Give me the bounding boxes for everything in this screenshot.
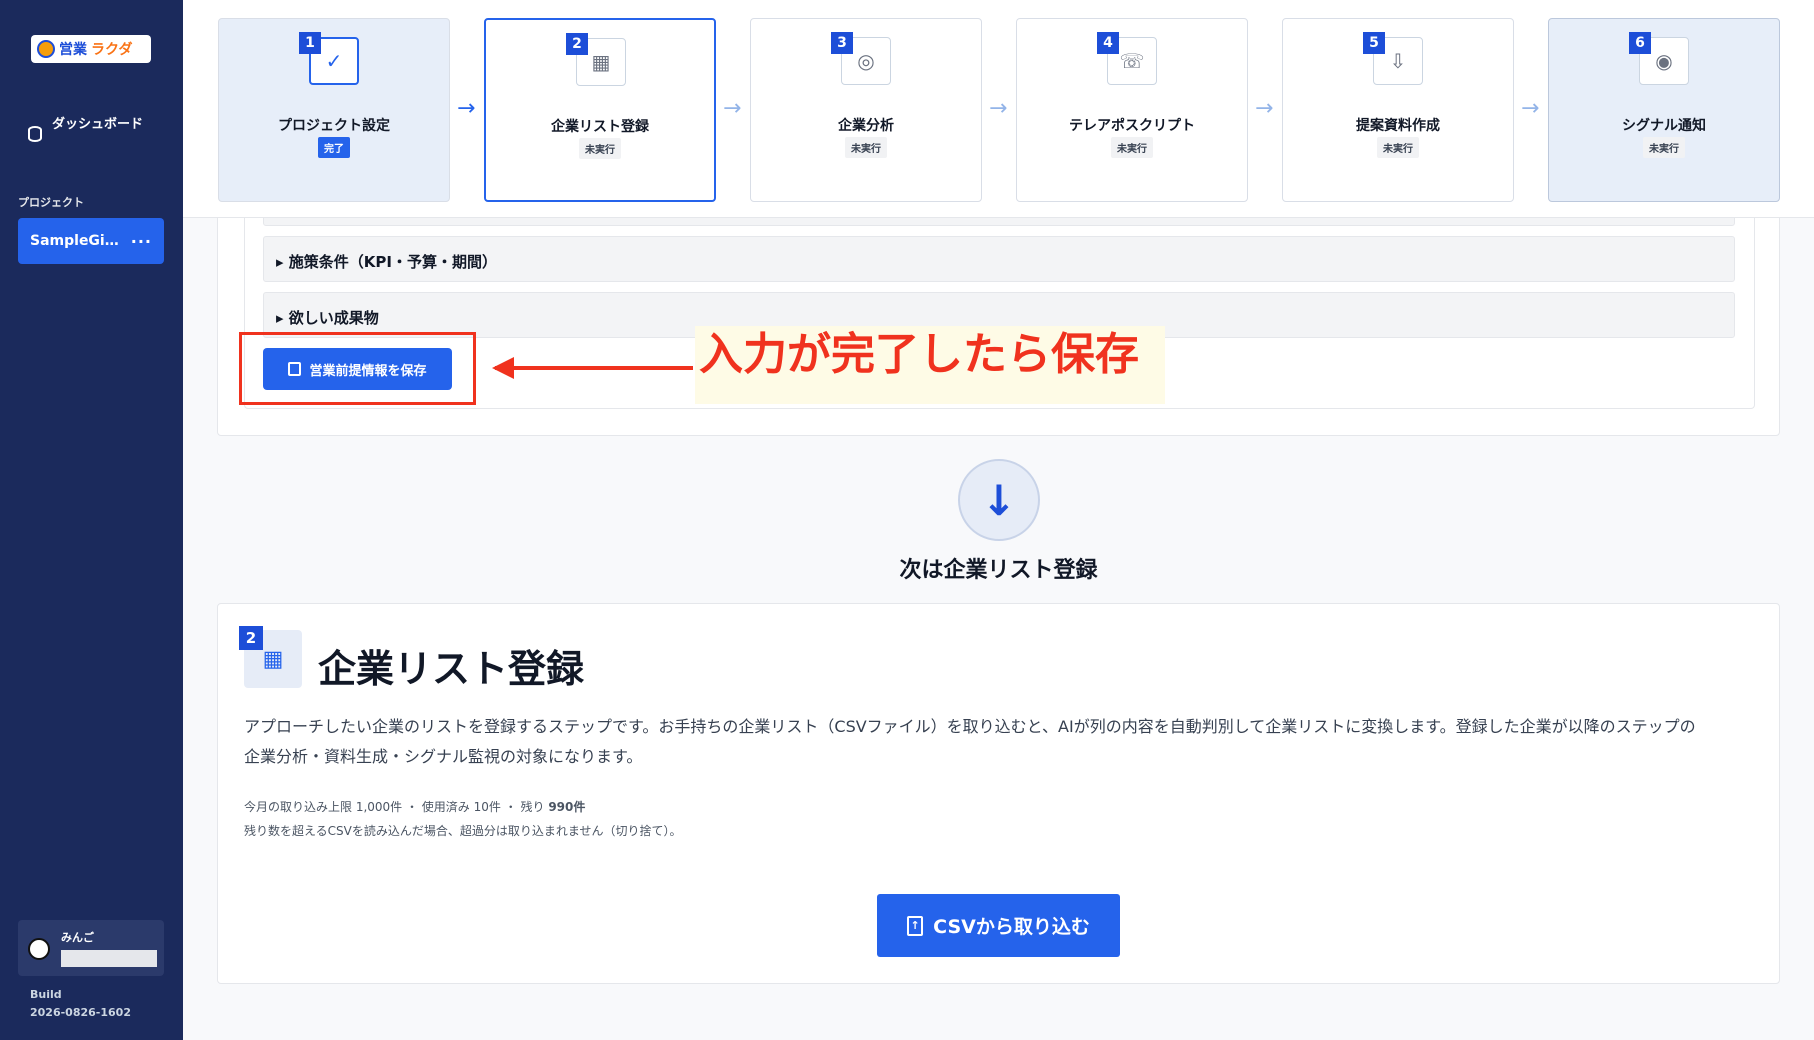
import-limit-info: 今月の取り込み上限 1,000件 ・ 使用済み 10件 ・ 残り 990件 残り… — [244, 795, 682, 843]
step-number: 4 — [1097, 32, 1119, 54]
arrow-right-icon: → — [457, 96, 476, 121]
project-item-active[interactable]: SampleGi… ··· — [18, 218, 164, 264]
nav-dashboard[interactable]: ダッシュボード — [28, 114, 158, 142]
sidebar: 営業 ラクダ ダッシュボード プロジェクト SampleGi… ··· みんご B… — [0, 0, 183, 1040]
step-number: 2 — [566, 33, 588, 55]
accordion-kpi-conditions[interactable]: ▸ 施策条件（KPI・予算・期間） — [263, 236, 1735, 282]
csv-import-button[interactable]: ↑ CSVから取り込む — [877, 894, 1120, 957]
step-6-card[interactable]: ◉ 6 シグナル通知 未実行 — [1548, 18, 1780, 202]
projects-heading: プロジェクト — [18, 196, 84, 209]
user-email-redacted — [61, 950, 157, 967]
user-name: みんご — [61, 931, 94, 944]
step-status-badge: 未実行 — [1643, 137, 1685, 158]
step-status-badge: 未実行 — [1377, 137, 1419, 158]
step-number: 1 — [299, 32, 321, 54]
import-remaining-count: 990件 — [548, 800, 586, 814]
nav-dashboard-label: ダッシュボード — [52, 117, 144, 132]
csv-import-label: CSVから取り込む — [933, 916, 1090, 938]
annotation-text: 入力が完了したら保存 — [695, 326, 1165, 404]
project-menu-button[interactable]: ··· — [131, 232, 152, 251]
step-number: 3 — [831, 32, 853, 54]
step-name: 企業分析 — [838, 118, 894, 134]
annotation-highlight-box — [239, 332, 476, 405]
logo-text-part1: 営業 — [59, 42, 87, 58]
step-name: テレアポスクリプト — [1069, 118, 1195, 134]
next-step-label: 次は企業リスト登録 — [899, 558, 1098, 583]
arrow-down-icon: ↓ — [958, 459, 1040, 541]
build-label: Build — [30, 988, 62, 1001]
step-name: シグナル通知 — [1622, 118, 1706, 134]
step-status-badge: 未実行 — [579, 138, 621, 159]
arrow-right-icon: → — [723, 96, 742, 121]
file-upload-icon: ↑ — [907, 915, 924, 936]
avatar — [28, 938, 50, 960]
logo-mascot-icon — [37, 40, 55, 58]
build-number: 2026-0826-1602 — [30, 1006, 131, 1019]
arrow-right-icon: → — [1521, 96, 1540, 121]
annotation-arrow-line — [495, 366, 693, 370]
step-status-badge: 完了 — [318, 137, 350, 158]
step-name: 企業リスト登録 — [551, 119, 649, 135]
user-card[interactable]: みんご — [18, 920, 164, 976]
database-icon — [28, 126, 42, 142]
import-limit-line: 今月の取り込み上限 1,000件 ・ 使用済み 10件 ・ 残り 990件 — [244, 795, 682, 819]
step-name: プロジェクト設定 — [278, 118, 390, 134]
step-2-card[interactable]: ▦ 2 企業リスト登録 未実行 — [484, 18, 716, 202]
import-limit-note: 残り数を超えるCSVを読み込んだ場合、超過分は取り込まれません（切り捨て）。 — [244, 824, 682, 838]
step-3-card[interactable]: ◎ 3 企業分析 未実行 — [750, 18, 982, 202]
step-status-badge: 未実行 — [845, 137, 887, 158]
project-name: SampleGi… — [30, 233, 119, 249]
step-status-badge: 未実行 — [1111, 137, 1153, 158]
step-number: 6 — [1629, 32, 1651, 54]
section-title: 企業リスト登録 — [318, 647, 585, 691]
arrow-right-icon: → — [989, 96, 1008, 121]
logo-text-part2: ラクダ — [91, 42, 133, 58]
step-4-card[interactable]: ☏ 4 テレアポスクリプト 未実行 — [1016, 18, 1248, 202]
step-name: 提案資料作成 — [1356, 118, 1440, 134]
step-1-card[interactable]: ✓ 1 プロジェクト設定 完了 — [218, 18, 450, 202]
build-info: Build 2026-0826-1602 — [30, 986, 131, 1022]
description-line-1: アプローチしたい企業のリストを登録するステップです。お手持ちの企業リスト（CSV… — [244, 717, 1696, 736]
arrow-right-icon: → — [1255, 96, 1274, 121]
step-number: 5 — [1363, 32, 1385, 54]
step-5-card[interactable]: ⇩ 5 提案資料作成 未実行 — [1282, 18, 1514, 202]
step-progress-bar: ✓ 1 プロジェクト設定 完了 → ▦ 2 企業リスト登録 未実行 → ◎ 3 … — [183, 0, 1814, 218]
import-limit-text: 今月の取り込み上限 1,000件 ・ 使用済み 10件 ・ 残り — [244, 800, 549, 814]
section-description: アプローチしたい企業のリストを登録するステップです。お手持ちの企業リスト（CSV… — [244, 712, 1704, 772]
app-logo[interactable]: 営業 ラクダ — [31, 35, 151, 63]
description-line-2: 企業分析・資料生成・シグナル監視の対象になります。 — [244, 747, 643, 766]
section-step-number: 2 — [239, 626, 263, 650]
